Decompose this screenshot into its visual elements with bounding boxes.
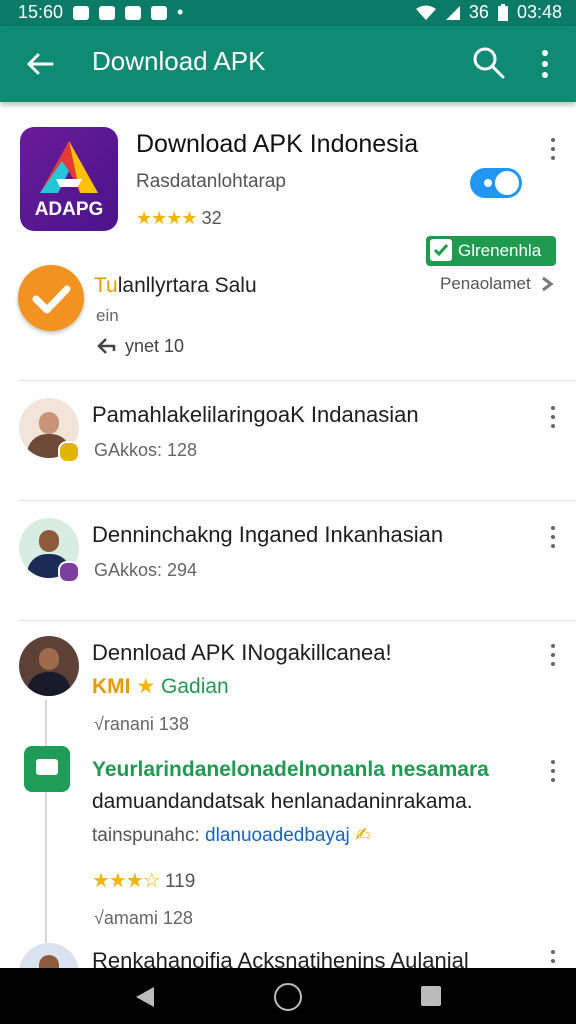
verified-dot-icon — [58, 441, 80, 463]
app-bar: Download APK — [0, 26, 576, 102]
comment-menu-icon[interactable] — [546, 758, 560, 784]
list-item[interactable]: Renkahanoifia Acksnatihenins Aulanial — [0, 940, 576, 968]
app-icon-label: ADAPG — [34, 199, 104, 220]
network-label: 36 — [468, 2, 489, 22]
notification-icon — [125, 5, 142, 20]
list-item[interactable]: PamahlakelilaringoaK Indanasian GAkkos: … — [0, 395, 576, 495]
notification-icon — [99, 5, 116, 20]
post-menu-icon[interactable] — [546, 642, 560, 668]
list-item-subtitle: GAkkos: 128 — [94, 440, 198, 460]
battery-icon — [497, 3, 508, 21]
app-title: Download APK Indonesia — [136, 130, 419, 158]
overflow-menu-icon[interactable] — [532, 46, 558, 82]
comment-link[interactable]: dlanuoadedbayaj — [205, 825, 350, 846]
notification-icon — [73, 5, 90, 20]
list-item-menu-icon[interactable] — [546, 948, 560, 968]
divider — [18, 380, 576, 381]
verify-subtitle: ein — [96, 306, 119, 325]
comment-line-1: Yeurlarindanelonadelnonanla nesamara — [92, 758, 489, 781]
comment-meta: √amami 128 — [94, 908, 193, 928]
verify-action-label[interactable]: Penaolamet — [440, 274, 531, 294]
app-icon[interactable]: ADAPG — [20, 127, 118, 231]
list-item-title: PamahlakelilaringoaK Indanasian — [92, 402, 419, 427]
verified-badge-label: Glrenenhla — [458, 241, 542, 260]
app-subtitle: Rasdatanlohtarap — [136, 171, 286, 192]
chat-icon — [24, 746, 70, 792]
status-bar: 15:60 • 36 03:48 — [0, 0, 576, 26]
checkmark-circle-icon — [18, 265, 84, 331]
search-icon[interactable] — [470, 44, 508, 82]
app-card[interactable]: ADAPG Download APK Indonesia Rasdatanloh… — [0, 112, 576, 242]
post-item[interactable]: Dennload APK INogakillcanea! KMI ★ Gadia… — [0, 634, 576, 734]
app-card-menu-icon[interactable] — [546, 136, 560, 162]
comment-rating: ★★★☆ 119 — [92, 868, 195, 893]
verify-title: Tulanllyrtara Salu — [94, 274, 257, 297]
list-item-menu-icon[interactable] — [546, 524, 560, 550]
rating-count: 32 — [201, 208, 222, 228]
rating-stars: ★★★★ — [136, 208, 198, 228]
verify-count: ynet 10 — [96, 336, 184, 357]
comment-line-3: tainspunahc: dlanuoadedbayaj ✍ — [92, 825, 371, 846]
nav-back-icon[interactable] — [134, 985, 156, 1009]
rating-stars: ★★★☆ — [92, 870, 161, 892]
page-title: Download APK — [92, 46, 266, 76]
star-icon: ★ — [136, 675, 156, 698]
app-toggle[interactable] — [470, 168, 522, 198]
avatar[interactable] — [19, 636, 79, 696]
list-item[interactable]: Denninchakng Inganed Inkanhasian GAkkos:… — [0, 515, 576, 615]
check-icon — [430, 238, 452, 261]
list-item-title: Denninchakng Inganed Inkanhasian — [92, 522, 444, 547]
signal-icon — [445, 5, 460, 20]
list-item-subtitle: GAkkos: 294 — [94, 560, 198, 580]
divider — [18, 620, 576, 621]
system-nav-bar — [0, 968, 576, 1024]
post-author: KMI ★ Gadian — [92, 675, 229, 698]
comment-line-2: damuandandatsak henlanadaninrakama. — [92, 790, 473, 813]
app-rating: ★★★★ 32 — [136, 208, 222, 229]
status-clock: 03:48 — [516, 2, 562, 22]
chevron-right-icon[interactable] — [540, 276, 554, 292]
list-item-title: Renkahanoifia Acksnatihenins Aulanial — [92, 948, 469, 968]
verify-row[interactable]: Tulanllyrtara Salu ein ynet 10 Penaolame… — [0, 262, 576, 372]
pin-icon: ✍ — [355, 825, 371, 846]
notification-icon — [151, 5, 168, 20]
back-arrow-icon[interactable] — [22, 46, 58, 82]
rating-count: 119 — [165, 871, 196, 892]
status-time: 15:60 — [18, 2, 64, 22]
list-item-menu-icon[interactable] — [546, 404, 560, 430]
app-logo-icon — [40, 141, 98, 193]
profile-badge-icon — [58, 561, 80, 583]
avatar[interactable] — [19, 943, 79, 968]
thread-line — [45, 700, 47, 950]
more-notifications-icon: • — [177, 2, 184, 22]
nav-home-icon[interactable] — [274, 983, 302, 1011]
divider — [18, 500, 576, 501]
post-meta: √ranani 138 — [94, 714, 189, 734]
nav-recents-icon[interactable] — [421, 986, 441, 1006]
reply-icon — [97, 338, 116, 354]
wifi-icon — [415, 5, 436, 20]
post-title: Dennload APK INogakillcanea! — [92, 640, 392, 665]
